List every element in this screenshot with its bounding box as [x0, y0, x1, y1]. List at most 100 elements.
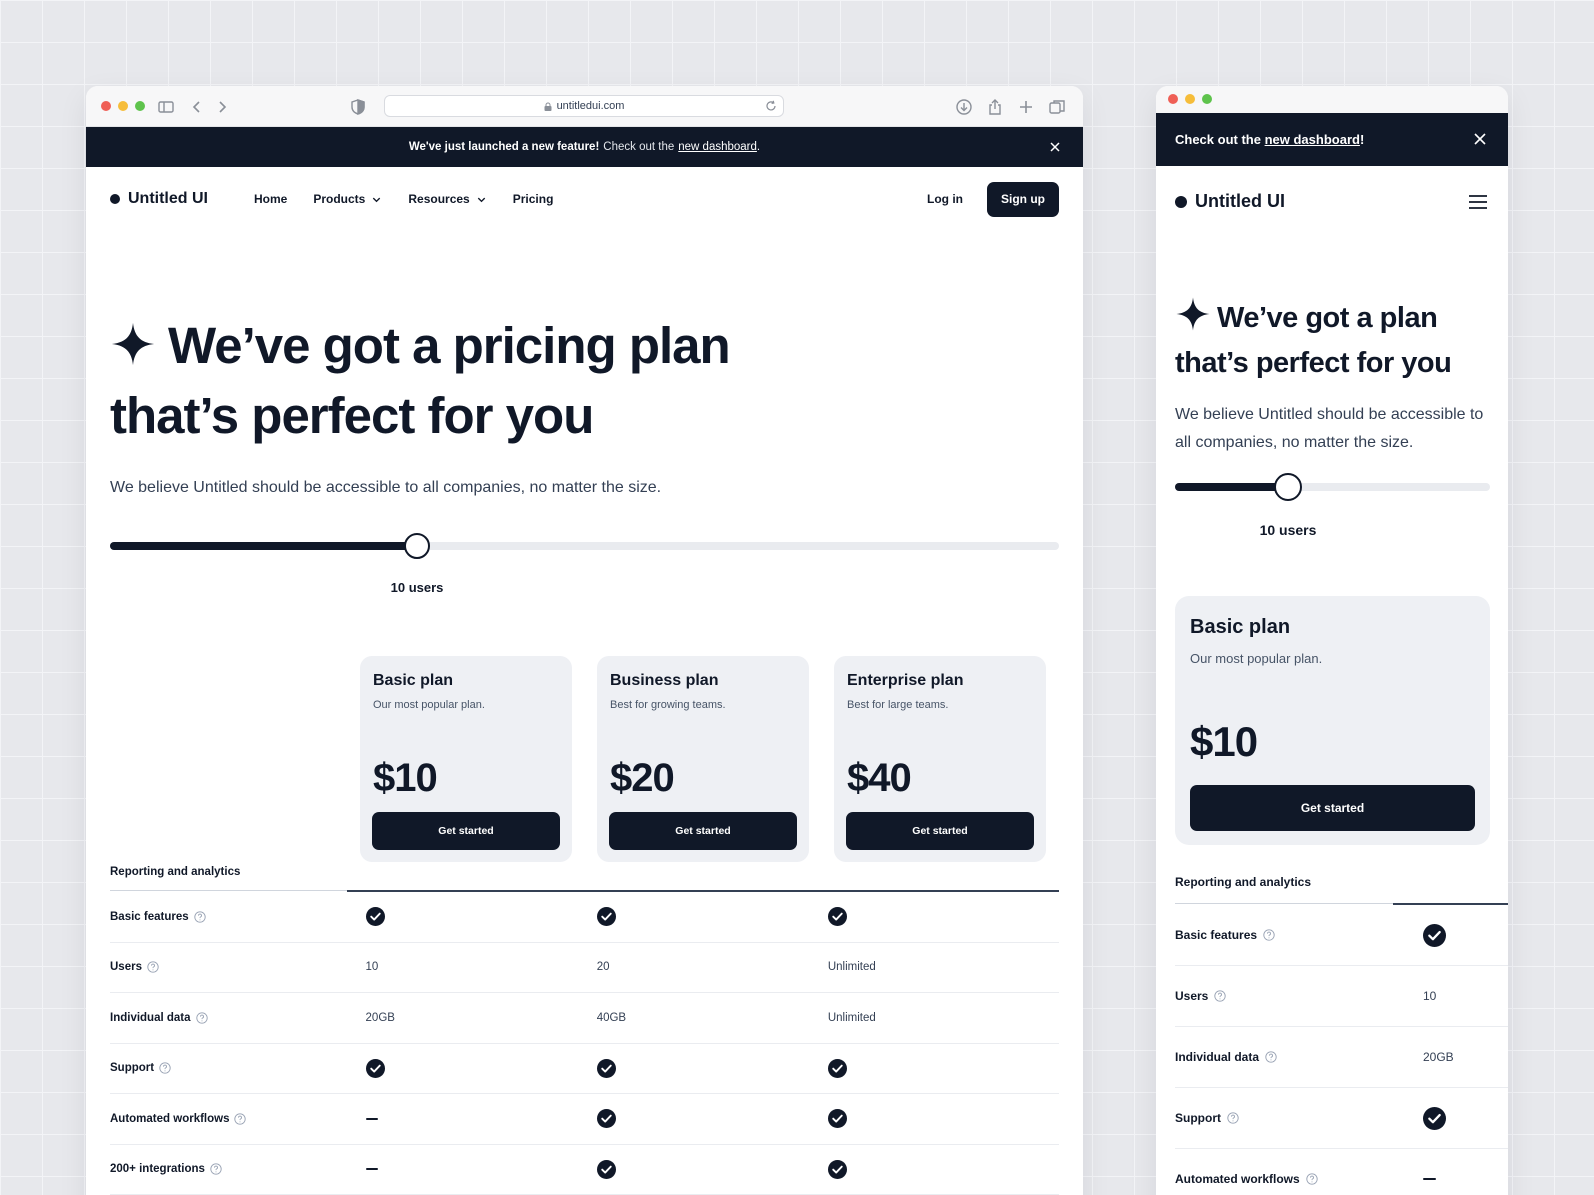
- nav-home[interactable]: Home: [254, 192, 287, 206]
- dash-icon: [365, 1117, 378, 1120]
- feature-row: 200+ integrations: [110, 1145, 1059, 1195]
- feature-name: Individual data: [1175, 1050, 1423, 1064]
- feature-comparison-table: Reporting and analytics Basic features Us…: [110, 866, 1059, 1195]
- mobile-announcement-banner: Check out the new dashboard!: [1156, 113, 1508, 166]
- feature-cell: 20: [597, 961, 828, 973]
- feature-cell: [365, 1117, 597, 1120]
- check-icon: [596, 1159, 616, 1179]
- nav-pricing[interactable]: Pricing: [513, 192, 554, 206]
- get-started-button-basic[interactable]: Get started: [372, 812, 560, 850]
- help-icon[interactable]: [1265, 1051, 1277, 1063]
- banner-link[interactable]: new dashboard: [1265, 132, 1360, 147]
- get-started-button-enterprise[interactable]: Get started: [846, 812, 1034, 850]
- maximize-window-button[interactable]: [135, 101, 145, 111]
- help-icon[interactable]: [1227, 1112, 1239, 1124]
- banner-link[interactable]: new dashboard: [678, 141, 757, 153]
- new-tab-icon[interactable]: [1016, 97, 1036, 117]
- mobile-hero-subtitle: We believe Untitled should be accessible…: [1175, 406, 1484, 451]
- close-icon[interactable]: [1047, 139, 1063, 155]
- feature-value: 10: [1423, 989, 1437, 1003]
- banner-suffix: !: [1359, 132, 1365, 147]
- dash-icon: [365, 1168, 378, 1171]
- page-title: We’ve got a pricing plan that’s perfect …: [110, 311, 1010, 451]
- feature-cell: [827, 1159, 1059, 1179]
- nav-pricing-label: Pricing: [512, 192, 554, 206]
- slider-fill: [110, 542, 417, 550]
- get-started-button-business[interactable]: Get started: [609, 812, 797, 850]
- close-window-button[interactable]: [1168, 94, 1178, 104]
- feature-cell: Unlimited: [828, 1012, 1059, 1024]
- help-icon[interactable]: [1263, 929, 1275, 941]
- login-link[interactable]: Log in: [927, 192, 963, 206]
- minimize-window-button[interactable]: [118, 101, 128, 111]
- address-bar[interactable]: untitledui.com: [384, 95, 784, 117]
- close-icon[interactable]: [1472, 131, 1488, 147]
- feature-name-label: Basic features: [1175, 928, 1258, 942]
- plan-name: Basic plan: [373, 672, 454, 689]
- mobile-plan-card-basic: Basic plan Our most popular plan. $10 Ge…: [1175, 596, 1490, 845]
- reload-icon[interactable]: [765, 100, 777, 112]
- banner-headline: We've just launched a new feature!: [408, 141, 600, 153]
- feature-cell: [365, 1058, 597, 1078]
- share-icon[interactable]: [985, 97, 1005, 117]
- nav-resources[interactable]: Resources: [408, 192, 486, 206]
- feature-row: Individual data 20GB 40GB Unlimited: [110, 993, 1059, 1044]
- feature-cell: 20GB: [1423, 1050, 1454, 1064]
- check-icon: [365, 1058, 385, 1078]
- feature-name-label: Individual data: [1175, 1050, 1260, 1064]
- download-icon[interactable]: [954, 97, 974, 117]
- help-icon[interactable]: [210, 1163, 222, 1175]
- get-started-button[interactable]: Get started: [1190, 785, 1475, 831]
- back-icon[interactable]: [187, 97, 207, 117]
- feature-name-label: 200+ integrations: [110, 1163, 205, 1176]
- slider-thumb[interactable]: [1274, 473, 1302, 501]
- signup-button[interactable]: Sign up: [987, 181, 1059, 217]
- feature-name: Individual data: [110, 1012, 366, 1024]
- sidebar-icon[interactable]: [156, 97, 176, 117]
- help-icon[interactable]: [1214, 990, 1227, 1002]
- feature-row: Automated workflows: [1175, 1149, 1508, 1195]
- forward-icon[interactable]: [212, 97, 232, 117]
- check-icon: [596, 1109, 616, 1129]
- tabs-overview-icon[interactable]: [1047, 97, 1067, 117]
- mobile-page-title: We’ve got a plan that’s perfect for you: [1175, 296, 1495, 386]
- sparkle-icon: [111, 322, 155, 366]
- logo[interactable]: Untitled UI: [1175, 191, 1285, 212]
- hamburger-menu-icon[interactable]: [1467, 191, 1489, 213]
- plan-description: Our most popular plan.: [373, 699, 485, 711]
- feature-cell: [596, 1159, 828, 1179]
- users-slider[interactable]: [110, 533, 1059, 563]
- maximize-window-button[interactable]: [1202, 94, 1212, 104]
- sparkle-icon: [1176, 297, 1210, 331]
- minimize-window-button[interactable]: [1185, 94, 1195, 104]
- url-text: untitledui.com: [556, 100, 625, 112]
- shield-icon[interactable]: [348, 97, 368, 117]
- feature-row: Users 10: [1175, 966, 1508, 1027]
- nav-products[interactable]: Products: [313, 192, 382, 206]
- desktop-browser-window: untitledui.com We've just launched a new…: [86, 86, 1083, 1195]
- close-window-button[interactable]: [101, 101, 111, 111]
- feature-cell: [365, 1168, 597, 1171]
- feature-name-label: Support: [1175, 1111, 1221, 1125]
- feature-row: Basic features: [110, 892, 1059, 943]
- mobile-header: Untitled UI: [1156, 166, 1508, 237]
- help-icon[interactable]: [193, 911, 206, 923]
- feature-value: 10: [365, 961, 379, 974]
- logo[interactable]: Untitled UI: [110, 190, 208, 208]
- section-title: Reporting and analytics: [110, 866, 241, 878]
- plan-description: Our most popular plan.: [1190, 651, 1323, 666]
- plan-card-enterprise: Enterprise plan Best for large teams. $4…: [834, 656, 1046, 862]
- help-icon[interactable]: [1306, 1173, 1318, 1185]
- slider-thumb[interactable]: [404, 533, 430, 559]
- help-icon[interactable]: [159, 1062, 171, 1074]
- feature-name: Automated workflows: [110, 1113, 366, 1125]
- feature-cell: Unlimited: [828, 961, 1059, 973]
- nav-products-label: Products: [313, 192, 366, 206]
- help-icon[interactable]: [195, 1012, 208, 1024]
- check-icon: [596, 1058, 616, 1078]
- help-icon[interactable]: [147, 961, 159, 973]
- check-icon: [827, 1058, 847, 1078]
- mobile-users-slider[interactable]: [1175, 473, 1490, 504]
- mobile-hero-section: We’ve got a plan that’s perfect for you …: [1175, 296, 1495, 457]
- help-icon[interactable]: [234, 1113, 247, 1125]
